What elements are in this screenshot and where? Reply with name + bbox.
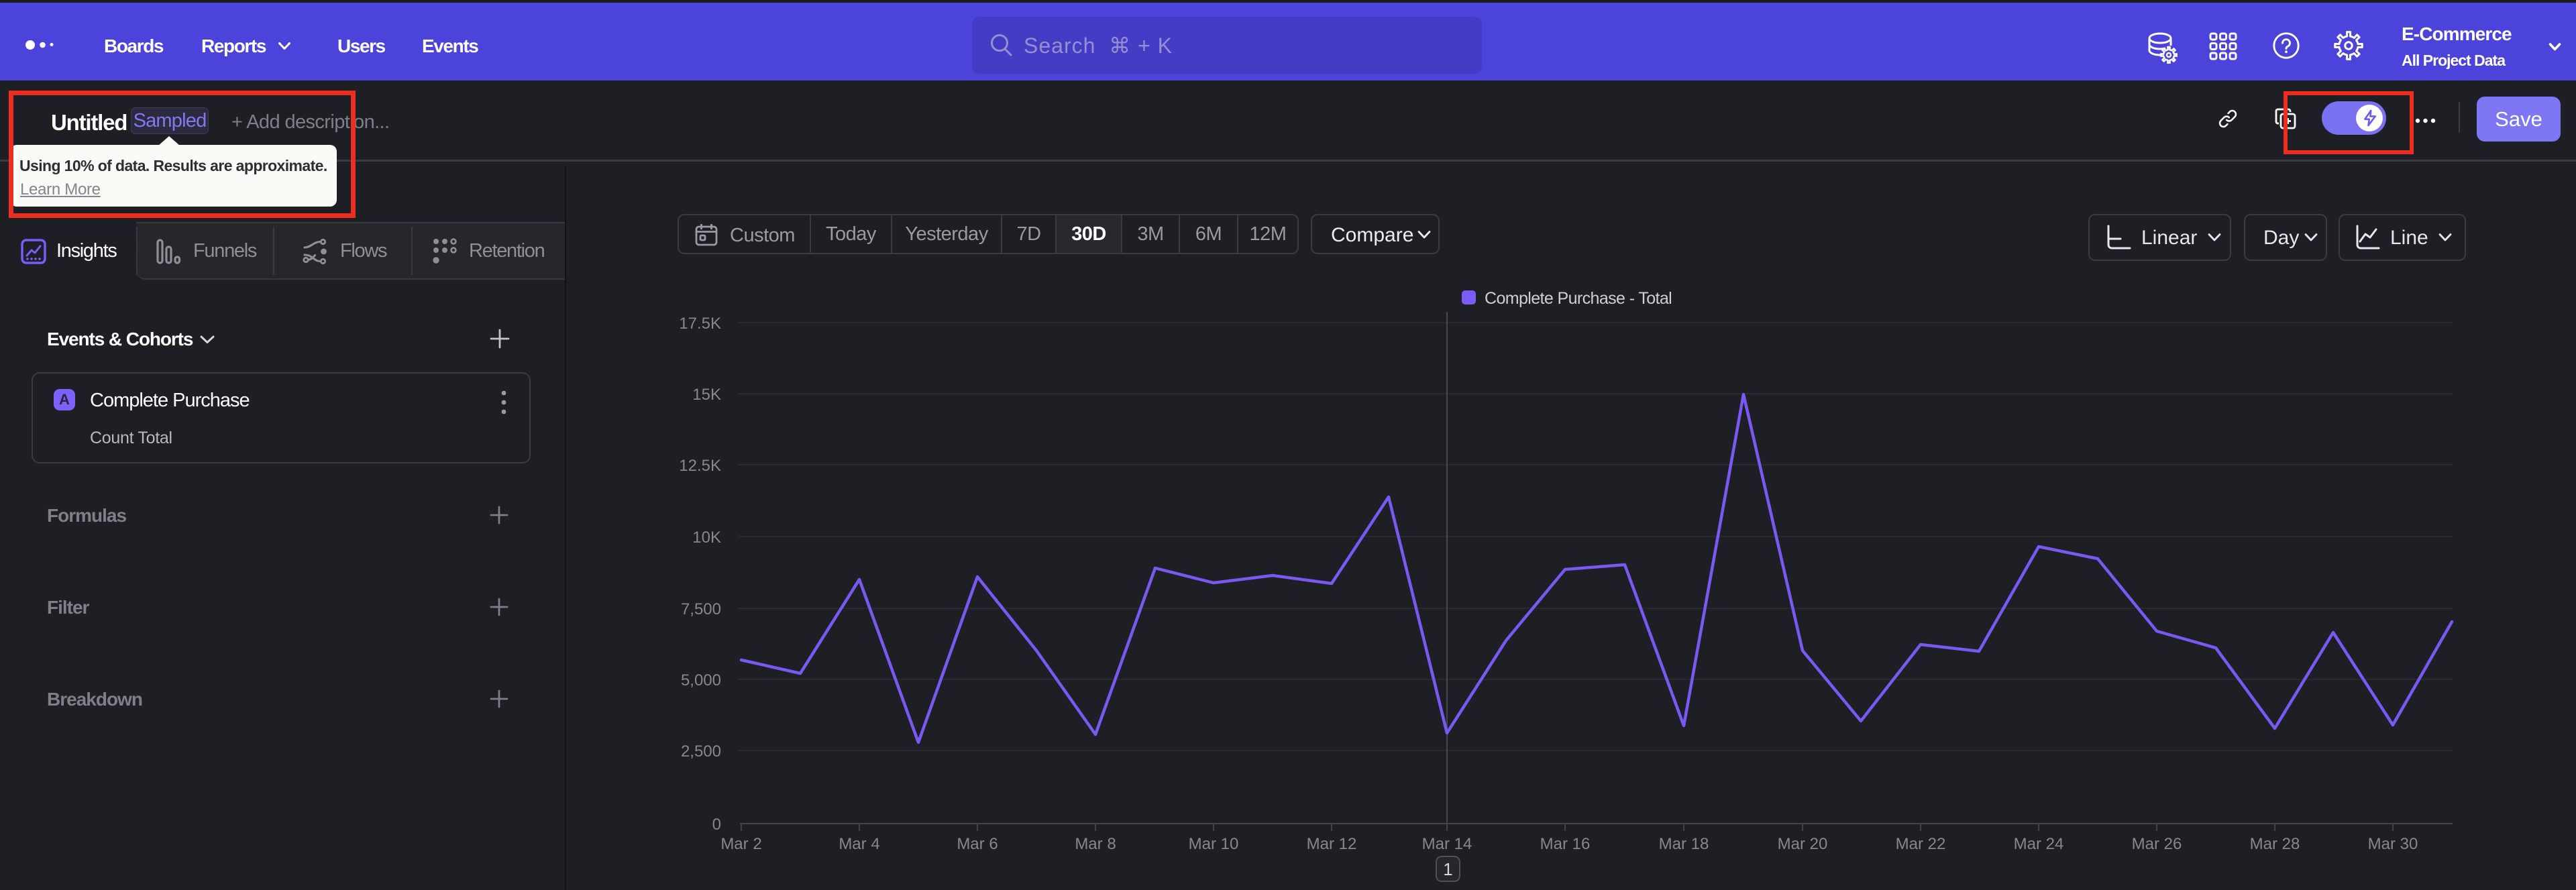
svg-text:Mar 30: Mar 30 <box>2368 835 2418 853</box>
svg-text:Mar 26: Mar 26 <box>2132 835 2182 853</box>
svg-text:5,000: 5,000 <box>681 671 721 689</box>
svg-text:2,500: 2,500 <box>681 742 721 761</box>
svg-text:Mar 8: Mar 8 <box>1075 835 1116 853</box>
svg-text:Mar 24: Mar 24 <box>2014 835 2064 853</box>
svg-text:Mar 2: Mar 2 <box>720 835 761 853</box>
svg-text:12.5K: 12.5K <box>679 457 721 475</box>
svg-text:Mar 22: Mar 22 <box>1896 835 1946 853</box>
svg-text:17.5K: 17.5K <box>679 315 721 333</box>
svg-text:Mar 18: Mar 18 <box>1659 835 1709 853</box>
svg-text:0: 0 <box>712 816 721 834</box>
svg-text:Mar 12: Mar 12 <box>1307 835 1357 853</box>
svg-text:Mar 16: Mar 16 <box>1540 835 1591 853</box>
svg-text:Mar 10: Mar 10 <box>1189 835 1239 853</box>
svg-text:7,500: 7,500 <box>681 600 721 618</box>
svg-text:Mar 14: Mar 14 <box>1422 835 1472 853</box>
svg-text:Mar 6: Mar 6 <box>957 835 998 853</box>
svg-text:Mar 28: Mar 28 <box>2250 835 2300 853</box>
svg-text:10K: 10K <box>692 529 721 547</box>
svg-text:Mar 20: Mar 20 <box>1778 835 1828 853</box>
svg-text:Mar 4: Mar 4 <box>839 835 879 853</box>
svg-text:15K: 15K <box>692 386 721 404</box>
